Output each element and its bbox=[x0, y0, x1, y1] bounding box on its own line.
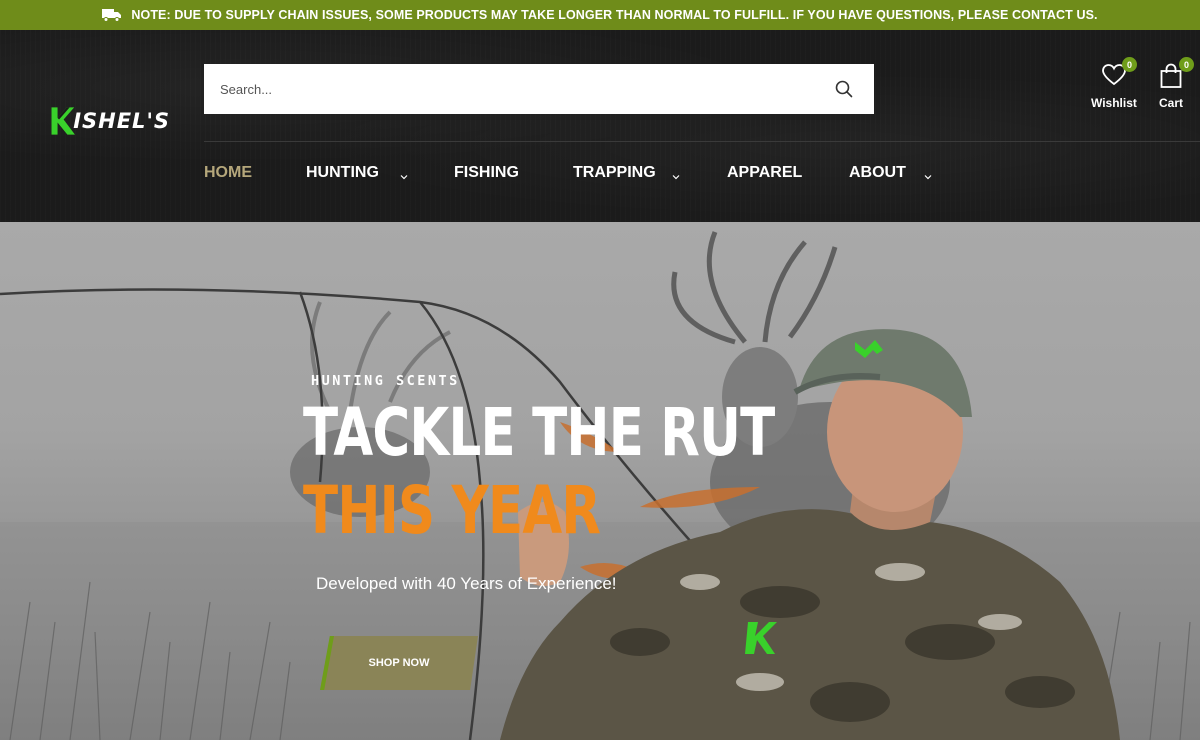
brand-logo[interactable]: ISHEL'S bbox=[50, 100, 170, 142]
wishlist-count-badge: 0 bbox=[1121, 57, 1137, 72]
logo-k-mark bbox=[51, 107, 75, 135]
cart-label: Cart bbox=[1158, 96, 1183, 110]
logo-text: ISHEL'S bbox=[73, 109, 170, 133]
nav-item-fishing[interactable]: FISHING bbox=[454, 164, 519, 182]
cart-count-badge: 0 bbox=[1179, 57, 1194, 72]
nav-item-apparel[interactable]: APPAREL bbox=[727, 164, 802, 182]
header-divider bbox=[204, 141, 1200, 142]
announcement-text: NOTE: DUE TO SUPPLY CHAIN ISSUES, SOME P… bbox=[131, 8, 1098, 22]
nav-item-hunting[interactable]: HUNTING bbox=[306, 164, 379, 182]
wishlist-label: Wishlist bbox=[1091, 96, 1137, 110]
hero-subtitle: Developed with 40 Years of Experience! bbox=[316, 574, 617, 593]
search-bar bbox=[204, 64, 874, 114]
hero-title-line2: THIS YEAR bbox=[303, 472, 601, 549]
chevron-down-icon[interactable] bbox=[400, 174, 408, 180]
wishlist-button[interactable]: 0 Wishlist bbox=[1091, 57, 1137, 110]
shop-now-label: SHOP NOW bbox=[368, 657, 430, 669]
hero-banner: HUNTING SCENTS TACKLE THE RUT THIS YEAR … bbox=[0, 222, 1200, 740]
site-header: ISHEL'S 0 Wishlist 0 Cart bbox=[0, 30, 1200, 222]
chevron-down-icon[interactable] bbox=[672, 174, 680, 180]
nav-item-home[interactable]: HOME bbox=[204, 164, 252, 182]
search-icon bbox=[835, 80, 853, 98]
search-button[interactable] bbox=[814, 64, 874, 114]
search-input[interactable] bbox=[204, 64, 814, 114]
announcement-bar: NOTE: DUE TO SUPPLY CHAIN ISSUES, SOME P… bbox=[0, 0, 1200, 30]
shop-now-button[interactable]: SHOP NOW bbox=[320, 636, 478, 690]
hero-eyebrow: HUNTING SCENTS bbox=[311, 373, 460, 389]
truck-icon bbox=[102, 9, 122, 22]
nav-item-about[interactable]: ABOUT bbox=[849, 164, 906, 182]
hero-title-line1: TACKLE THE RUT bbox=[303, 394, 775, 471]
cart-button[interactable]: 0 Cart bbox=[1156, 57, 1194, 110]
chevron-down-icon[interactable] bbox=[924, 174, 932, 180]
nav-item-trapping[interactable]: TRAPPING bbox=[573, 164, 656, 182]
